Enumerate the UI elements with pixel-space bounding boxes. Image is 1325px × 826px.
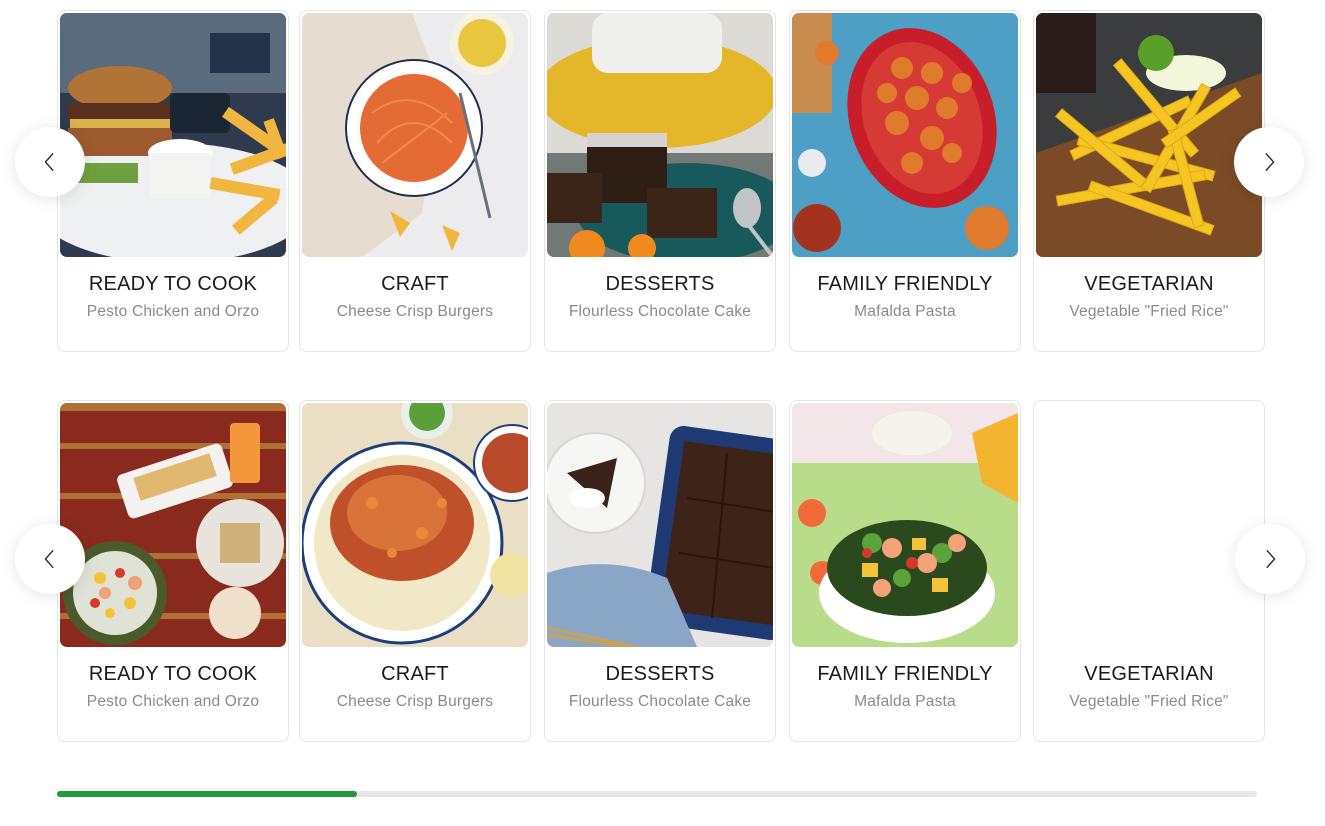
chevron-right-icon: [1266, 550, 1276, 568]
carousel-row-2: READY TO COOK Pesto Chicken and Orzo CRA…: [0, 400, 1325, 745]
card-subtitle: Vegetable "Fried Rice": [1069, 693, 1229, 710]
card-title: VEGETARIAN: [1084, 273, 1214, 295]
recipe-card[interactable]: DESSERTS Flourless Chocolate Cake: [544, 10, 776, 352]
card-title: DESSERTS: [605, 663, 715, 685]
chevron-left-icon: [44, 550, 54, 568]
burger-fries-photo: [60, 13, 286, 257]
shrimp-salad-photo: [792, 403, 1018, 647]
carousel-progress-track[interactable]: [57, 791, 1257, 797]
card-subtitle: Pesto Chicken and Orzo: [86, 693, 260, 710]
carousel-prev-button[interactable]: [15, 524, 85, 594]
recipe-card[interactable]: CRAFT Cheese Crisp Burgers: [299, 10, 531, 352]
spaghetti-photo: [302, 13, 528, 257]
card-subtitle: Mafalda Pasta: [854, 693, 956, 710]
chevron-right-icon: [1265, 153, 1275, 171]
chevron-left-icon: [44, 153, 54, 171]
card-title: CRAFT: [381, 663, 449, 685]
card-title: VEGETARIAN: [1084, 663, 1214, 685]
recipe-card[interactable]: VEGETARIAN Vegetable "Fried Rice": [1033, 400, 1265, 742]
recipe-card[interactable]: READY TO COOK Pesto Chicken and Orzo: [57, 400, 289, 742]
card-title: READY TO COOK: [88, 273, 258, 295]
carousel-row-1: READY TO COOK Pesto Chicken and Orzo CRA…: [0, 10, 1325, 355]
card-title: READY TO COOK: [88, 663, 258, 685]
card-title: FAMILY FRIENDLY: [817, 663, 993, 685]
card-subtitle: Vegetable "Fried Rice": [1069, 303, 1229, 320]
carousel-progress-fill: [57, 791, 357, 797]
recipe-card[interactable]: FAMILY FRIENDLY Mafalda Pasta: [789, 400, 1021, 742]
card-title: CRAFT: [381, 273, 449, 295]
recipe-card[interactable]: DESSERTS Flourless Chocolate Cake: [544, 400, 776, 742]
card-subtitle: Cheese Crisp Burgers: [336, 693, 494, 710]
card-title: FAMILY FRIENDLY: [817, 273, 993, 295]
card-subtitle: Pesto Chicken and Orzo: [86, 303, 260, 320]
card-subtitle: Cheese Crisp Burgers: [336, 303, 494, 320]
card-subtitle: Flourless Chocolate Cake: [568, 693, 752, 710]
brownies-photo: [547, 13, 773, 257]
carousel-prev-button[interactable]: [15, 127, 85, 197]
card-subtitle: Mafalda Pasta: [854, 303, 956, 320]
recipe-card[interactable]: VEGETARIAN Vegetable "Fried Rice": [1033, 10, 1265, 352]
carousel-next-button[interactable]: [1235, 524, 1305, 594]
blank-photo: [1036, 403, 1262, 647]
tacos-salad-photo: [60, 403, 286, 647]
recipe-carousel-page: READY TO COOK Pesto Chicken and Orzo CRA…: [0, 0, 1325, 826]
fish-stew-photo: [302, 403, 528, 647]
carousel-next-button[interactable]: [1234, 127, 1304, 197]
recipe-card[interactable]: READY TO COOK Pesto Chicken and Orzo: [57, 10, 289, 352]
card-title: DESSERTS: [605, 273, 715, 295]
recipe-card[interactable]: CRAFT Cheese Crisp Burgers: [299, 400, 531, 742]
card-subtitle: Flourless Chocolate Cake: [568, 303, 752, 320]
shrimp-basket-photo: [792, 13, 1018, 257]
recipe-card[interactable]: FAMILY FRIENDLY Mafalda Pasta: [789, 10, 1021, 352]
french-fries-photo: [1036, 13, 1262, 257]
brownie-tray-photo: [547, 403, 773, 647]
